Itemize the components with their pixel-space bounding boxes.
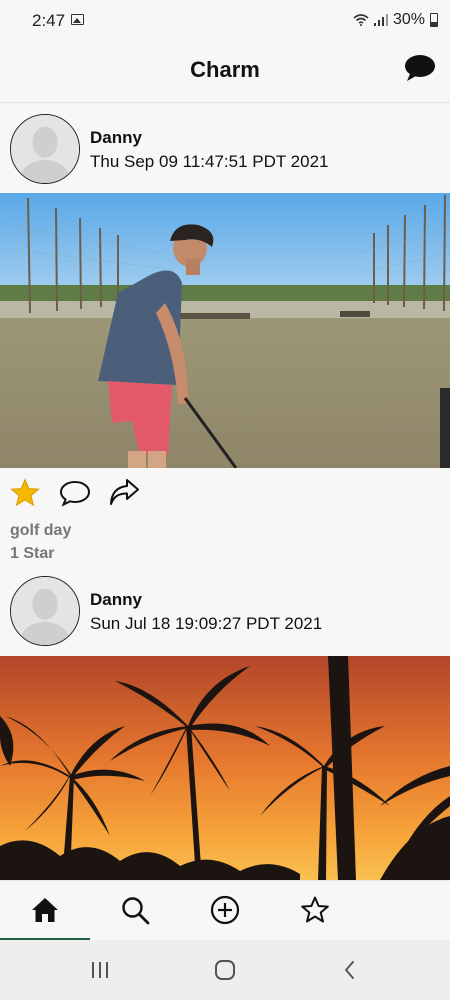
bottom-tab-bar [0, 880, 450, 941]
post-username[interactable]: Danny [90, 590, 142, 610]
golf-range-photo[interactable] [0, 193, 450, 468]
wifi-icon [353, 14, 369, 26]
add-post-icon [210, 895, 240, 925]
signal-icon [373, 14, 388, 26]
tab-favorites[interactable] [270, 881, 360, 941]
post-date: Thu Sep 09 11:47:51 PDT 2021 [90, 152, 329, 171]
app-title: Charm [190, 57, 260, 82]
search-icon [122, 897, 150, 925]
post-date: Sun Jul 18 19:09:27 PDT 2021 [90, 614, 323, 633]
favorites-star-icon [301, 896, 329, 923]
status-icons: 30% [353, 11, 438, 29]
system-nav-bar [0, 940, 450, 1000]
default-avatar-icon [11, 115, 79, 183]
post-header: Danny Sun Jul 18 19:09:27 PDT 2021 [0, 566, 450, 655]
tab-add-post[interactable] [180, 881, 270, 941]
star-icon[interactable] [10, 478, 40, 508]
chat-bubble-icon[interactable] [403, 53, 437, 83]
battery-icon [430, 13, 438, 27]
avatar[interactable] [10, 576, 80, 646]
home-button-icon[interactable] [213, 958, 237, 982]
post-star-count: 1 Star [10, 545, 55, 562]
comment-icon[interactable] [59, 479, 91, 507]
tab-home[interactable] [0, 881, 90, 941]
app-header: Charm [0, 40, 450, 103]
back-icon[interactable] [338, 958, 362, 982]
post-actions [0, 470, 450, 516]
share-icon[interactable] [108, 477, 140, 507]
default-avatar-icon [11, 577, 79, 645]
recent-apps-icon[interactable] [88, 958, 112, 982]
post-username[interactable]: Danny [90, 128, 142, 148]
tab-search[interactable] [90, 881, 180, 941]
battery-percent: 30% [392, 11, 425, 28]
post-header: Danny Thu Sep 09 11:47:51 PDT 2021 [0, 104, 450, 193]
status-bar: 2:47 30% [0, 0, 450, 40]
gallery-icon [71, 14, 84, 25]
avatar[interactable] [10, 114, 80, 184]
post-caption: golf day [10, 522, 72, 539]
status-time: 2:47 [32, 11, 66, 30]
palm-trees-sunset-photo[interactable] [0, 656, 450, 880]
home-icon [32, 898, 58, 922]
